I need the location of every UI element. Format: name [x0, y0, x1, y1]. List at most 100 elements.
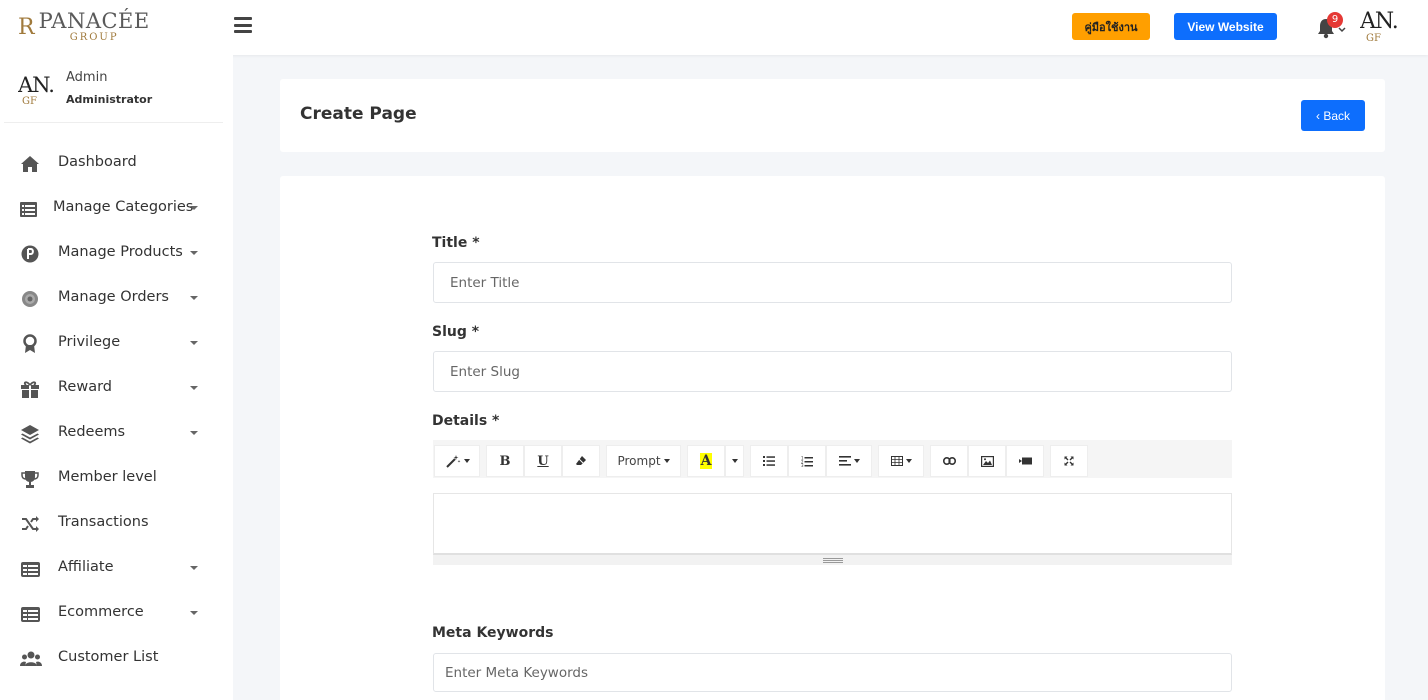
page-title: Create Page — [300, 104, 417, 124]
underline-button[interactable]: U — [524, 445, 562, 477]
product-icon — [21, 245, 39, 263]
sidebar-item-affiliate[interactable]: Affiliate — [0, 546, 233, 591]
paragraph-align-dropdown[interactable] — [826, 445, 872, 477]
editor-content-area[interactable] — [433, 493, 1232, 555]
sidebar-item-label: Transactions — [58, 514, 149, 530]
fullscreen-button[interactable] — [1050, 445, 1088, 477]
sidebar-item-label: Customer List — [58, 649, 159, 665]
sidebar-item-ecommerce[interactable]: Ecommerce — [0, 591, 233, 636]
logo-text: PANACÉE GROUP — [39, 10, 150, 44]
insert-link-button[interactable] — [930, 445, 968, 477]
logo-line2: GROUP — [69, 32, 119, 43]
font-family-value: Prompt — [617, 454, 661, 468]
sidebar-item-customer-list[interactable]: Customer List — [0, 636, 233, 681]
manual-button[interactable]: คู่มือใช้งาน — [1072, 13, 1150, 40]
sidebar-item-label: Privilege — [58, 334, 121, 350]
chevron-down-icon — [190, 386, 198, 390]
table-icon — [21, 607, 40, 622]
editor-toolbar: B U Prompt A 123 — [433, 440, 1232, 478]
insert-image-button[interactable] — [968, 445, 1006, 477]
home-icon — [21, 156, 39, 172]
sidebar: AN. GF Admin Administrator Dashboard Man… — [0, 55, 233, 700]
svg-text:3: 3 — [801, 463, 804, 467]
meta-keywords-label: Meta Keywords — [432, 625, 554, 641]
clear-format-button[interactable] — [562, 445, 600, 477]
editor-resize-handle[interactable] — [433, 555, 1232, 565]
sidebar-item-manage-orders[interactable]: Manage Orders — [0, 276, 233, 321]
top-bar: R PANACÉE GROUP คู่มือใช้งาน View Websit… — [0, 0, 1428, 55]
text-color-icon: A — [699, 453, 713, 469]
gift-icon — [21, 381, 39, 398]
numbered-list-icon: 123 — [801, 456, 813, 467]
chevron-down-icon — [190, 566, 198, 570]
text-color-dropdown[interactable] — [725, 445, 744, 477]
back-button[interactable]: ‹ Back — [1301, 100, 1365, 131]
view-website-button[interactable]: View Website — [1174, 13, 1277, 40]
sidebar-nav: Dashboard Manage Categories Manage Produ… — [0, 141, 233, 681]
sidebar-user-block: AN. GF Admin Administrator — [4, 67, 223, 123]
sidebar-item-label: Manage Products — [58, 244, 183, 260]
bullet-list-button[interactable] — [750, 445, 788, 477]
link-icon — [942, 457, 956, 465]
sidebar-item-label: Reward — [58, 379, 112, 395]
back-button-label: Back — [1323, 108, 1351, 123]
list-icon — [20, 202, 37, 217]
sidebar-item-label: Member level — [58, 469, 157, 485]
bold-button[interactable]: B — [486, 445, 524, 477]
meta-keywords-input[interactable] — [433, 653, 1232, 692]
insert-video-button[interactable] — [1006, 445, 1044, 477]
chevron-down-icon — [190, 611, 198, 615]
sidebar-item-label: Ecommerce — [58, 604, 144, 620]
magic-style-button[interactable] — [434, 445, 480, 477]
numbered-list-button[interactable]: 123 — [788, 445, 826, 477]
sidebar-item-member-level[interactable]: Member level — [0, 456, 233, 501]
font-family-dropdown[interactable]: Prompt — [606, 445, 681, 477]
sidebar-item-label: Affiliate — [58, 559, 114, 575]
menu-toggle-icon[interactable] — [234, 17, 252, 33]
sidebar-avatar-text: AN. — [18, 74, 55, 97]
sidebar-item-redeems[interactable]: Redeems — [0, 411, 233, 456]
user-role: Administrator — [66, 93, 153, 106]
text-color-button[interactable]: A — [687, 445, 725, 477]
sidebar-item-label: Manage Orders — [58, 289, 169, 305]
chevron-down-icon — [190, 431, 198, 435]
logo-mark: R — [18, 14, 36, 40]
chevron-down-icon — [190, 341, 198, 345]
bold-icon: B — [499, 453, 511, 469]
rich-text-editor: B U Prompt A 123 — [433, 440, 1232, 565]
video-icon — [1018, 457, 1032, 465]
eraser-icon — [576, 456, 586, 465]
sidebar-item-manage-categories[interactable]: Manage Categories — [0, 186, 233, 231]
sidebar-item-dashboard[interactable]: Dashboard — [0, 141, 233, 186]
shuffle-icon — [22, 516, 39, 532]
notification-badge: 9 — [1327, 12, 1343, 28]
sidebar-item-reward[interactable]: Reward — [0, 366, 233, 411]
table-icon — [21, 562, 40, 577]
image-icon — [980, 455, 994, 467]
table-insert-dropdown[interactable] — [878, 445, 924, 477]
users-icon — [20, 651, 42, 666]
slug-input[interactable] — [433, 351, 1232, 392]
trophy-icon — [21, 471, 39, 488]
chevron-down-icon — [190, 206, 198, 210]
award-icon — [23, 334, 37, 353]
chevron-down-icon — [190, 296, 198, 300]
title-label: Title * — [432, 235, 480, 251]
form-card: Title * Slug * Details * B U Prompt A — [280, 176, 1385, 700]
sidebar-item-label: Dashboard — [58, 154, 137, 170]
slug-label: Slug * — [432, 324, 480, 340]
magic-wand-icon — [445, 455, 460, 468]
brand-logo[interactable]: R PANACÉE GROUP — [18, 9, 150, 45]
sidebar-avatar-subtext: GF — [22, 96, 37, 107]
sidebar-item-transactions[interactable]: Transactions — [0, 501, 233, 546]
sidebar-item-label: Redeems — [58, 424, 126, 440]
sidebar-item-manage-products[interactable]: Manage Products — [0, 231, 233, 276]
avatar-subtext: GF — [1366, 33, 1381, 44]
bullet-list-icon — [763, 456, 775, 466]
avatar-text: AN. — [1360, 10, 1399, 34]
page-header-card: Create Page ‹ Back — [280, 79, 1385, 152]
sidebar-item-label: Manage Categories — [53, 199, 194, 215]
sidebar-item-privilege[interactable]: Privilege — [0, 321, 233, 366]
title-input[interactable] — [433, 262, 1232, 303]
user-avatar[interactable]: AN. GF — [1360, 10, 1404, 46]
